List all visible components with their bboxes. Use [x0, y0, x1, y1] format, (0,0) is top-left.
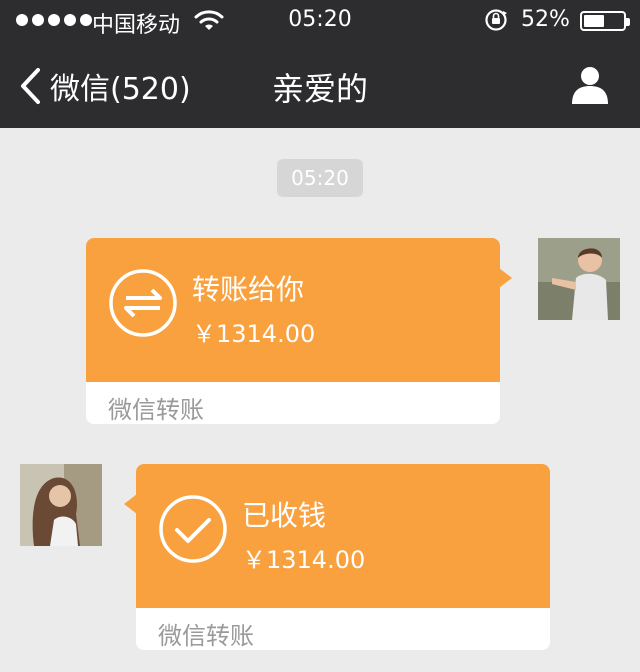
- bubble-tail: [499, 268, 512, 288]
- transfer-card-body: 转账给你 ￥1314.00: [86, 238, 500, 382]
- transfer-arrows-icon: [109, 269, 177, 337]
- transfer-footer: 微信转账: [108, 396, 204, 424]
- transfer-card-sent[interactable]: 转账给你 ￥1314.00 微信转账: [86, 238, 512, 424]
- transfer-card-body: 已收钱 ￥1314.00: [136, 464, 550, 608]
- checkmark-icon: [159, 495, 227, 563]
- person-icon[interactable]: [568, 62, 612, 106]
- transfer-amount: ￥1314.00: [242, 546, 366, 574]
- chevron-left-icon: [21, 68, 40, 104]
- transfer-amount: ￥1314.00: [192, 320, 316, 348]
- avatar-other[interactable]: [20, 464, 102, 546]
- transfer-footer: 微信转账: [158, 622, 254, 650]
- back-label: 微信(520): [50, 72, 191, 107]
- chat-screen: 中国移动 05:20 52% 微信(520) 亲爱的 05:20 转账给你 ￥1…: [0, 0, 640, 672]
- battery-level-fill: [584, 15, 604, 27]
- top-bar: 中国移动 05:20 52% 微信(520) 亲爱的: [0, 0, 640, 128]
- avatar-me[interactable]: [538, 238, 620, 320]
- transfer-card-received[interactable]: 已收钱 ￥1314.00 微信转账: [124, 464, 550, 650]
- bubble-tail: [124, 494, 137, 514]
- rotation-lock-icon: [485, 9, 507, 31]
- boy-photo: [538, 238, 620, 320]
- battery-icon: [580, 11, 630, 31]
- chat-timestamp: 05:20: [277, 159, 363, 197]
- girl-photo: [20, 464, 102, 546]
- nav-bar: 微信(520) 亲爱的: [0, 40, 640, 128]
- transfer-title: 转账给你: [192, 273, 305, 306]
- battery-percent: 52%: [521, 7, 570, 32]
- back-button[interactable]: 微信(520): [18, 64, 191, 108]
- transfer-title: 已收钱: [242, 499, 327, 532]
- status-bar: 中国移动 05:20 52%: [0, 0, 640, 40]
